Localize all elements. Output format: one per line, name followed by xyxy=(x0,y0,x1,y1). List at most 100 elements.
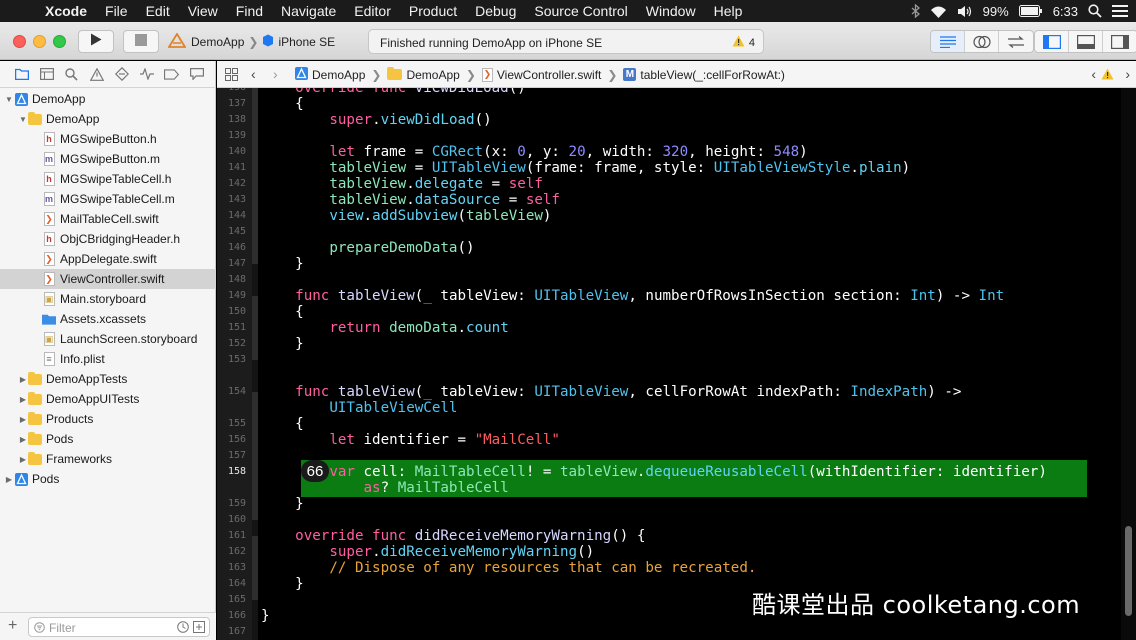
instruction-pointer-badge[interactable]: 66 xyxy=(301,460,329,482)
bluetooth-icon[interactable] xyxy=(911,4,920,18)
code-line[interactable]: tableView = UITableView(frame: frame, st… xyxy=(261,160,910,176)
line-number[interactable]: 154 xyxy=(228,386,246,397)
file-tree-row[interactable]: ❯ ViewController.swift xyxy=(0,269,216,289)
code-line[interactable]: as? MailTableCell xyxy=(261,480,509,496)
disclosure-triangle-icon[interactable]: ▶ xyxy=(18,455,28,464)
breadcrumb-project[interactable]: DemoApp xyxy=(312,68,365,82)
code-line[interactable]: var cell: MailTableCell! = tableView.deq… xyxy=(261,464,1047,480)
line-number[interactable]: 148 xyxy=(228,274,246,285)
warning-indicator[interactable]: 4 xyxy=(732,35,755,50)
file-tree-row[interactable]: h MGSwipeButton.h xyxy=(0,129,216,149)
file-tree-row[interactable]: ▣ LaunchScreen.storyboard xyxy=(0,329,216,349)
file-tree-row[interactable]: m MGSwipeButton.m xyxy=(0,149,216,169)
forward-arrow-icon[interactable]: › xyxy=(273,66,278,82)
code-line[interactable]: } xyxy=(261,576,304,592)
code-line[interactable]: // Dispose of any resources that can be … xyxy=(261,560,756,576)
recent-files-filter-icon[interactable] xyxy=(177,621,189,636)
debug-navigator-tab-icon[interactable] xyxy=(139,67,154,82)
line-number[interactable]: 149 xyxy=(228,290,246,301)
assistant-editor-button[interactable] xyxy=(965,31,999,52)
line-number[interactable]: 143 xyxy=(228,194,246,205)
line-number[interactable]: 163 xyxy=(228,562,246,573)
utilities-toggle-button[interactable] xyxy=(1103,31,1136,52)
code-line[interactable]: let identifier = "MailCell" xyxy=(261,432,560,448)
code-line[interactable]: { xyxy=(261,416,304,432)
line-number[interactable]: 159 xyxy=(228,498,246,509)
close-window-button[interactable] xyxy=(13,35,26,48)
line-number[interactable]: 153 xyxy=(228,354,246,365)
line-number[interactable]: 137 xyxy=(228,98,246,109)
disclosure-triangle-icon[interactable]: ▼ xyxy=(18,115,28,124)
menu-view[interactable]: View xyxy=(179,0,227,22)
file-tree-row[interactable]: ▶ DemoAppTests xyxy=(0,369,216,389)
chevron-right-icon[interactable]: › xyxy=(1125,66,1130,82)
find-navigator-tab-icon[interactable] xyxy=(64,67,79,82)
code-line[interactable]: tableView.dataSource = self xyxy=(261,192,560,208)
line-number[interactable]: 161 xyxy=(228,530,246,541)
code-line[interactable]: super.didReceiveMemoryWarning() xyxy=(261,544,594,560)
scheme-selector[interactable]: DemoApp ❯ iPhone SE xyxy=(167,30,336,53)
source-editor[interactable]: 136 137 138 139 140 141 142 143 144 145 146 147 148 1… xyxy=(217,88,1136,640)
file-tree-row[interactable]: m MGSwipeTableCell.m xyxy=(0,189,216,209)
project-navigator-tab-icon[interactable] xyxy=(14,67,29,82)
code-line[interactable]: { xyxy=(261,304,304,320)
menu-debug[interactable]: Debug xyxy=(466,0,525,22)
file-tree-row[interactable]: ▼ DemoApp xyxy=(0,89,216,109)
breadcrumb-file[interactable]: ViewController.swift xyxy=(497,68,601,82)
code-line[interactable]: view.addSubview(tableView) xyxy=(261,208,551,224)
line-number[interactable]: 146 xyxy=(228,242,246,253)
code-line[interactable]: } xyxy=(261,496,304,512)
code-line[interactable]: } xyxy=(261,256,304,272)
breadcrumb-symbol[interactable]: tableView(_:cellForRowAt:) xyxy=(640,68,785,82)
file-tree-row[interactable]: ▶ Frameworks xyxy=(0,449,216,469)
line-number[interactable]: 138 xyxy=(228,114,246,125)
line-number[interactable]: 151 xyxy=(228,322,246,333)
clock[interactable]: 6:33 xyxy=(1053,4,1078,19)
notification-center-icon[interactable] xyxy=(1112,5,1128,17)
back-arrow-icon[interactable]: ‹ xyxy=(251,66,256,82)
debug-area-toggle-button[interactable] xyxy=(1069,31,1103,52)
line-number[interactable]: 136 xyxy=(228,88,246,93)
file-tree-row[interactable]: ▼ DemoApp xyxy=(0,109,216,129)
disclosure-triangle-icon[interactable]: ▶ xyxy=(18,435,28,444)
chevron-left-icon[interactable]: ‹ xyxy=(1091,66,1096,82)
breakpoint-navigator-tab-icon[interactable] xyxy=(164,67,179,82)
scm-filter-icon[interactable] xyxy=(193,621,205,636)
disclosure-triangle-icon[interactable]: ▶ xyxy=(4,475,14,484)
code-line[interactable]: override func didReceiveMemoryWarning() … xyxy=(261,528,645,544)
fold-region[interactable] xyxy=(252,392,258,520)
menu-editor[interactable]: Editor xyxy=(345,0,400,22)
file-tree-row[interactable]: ▶ DemoAppUITests xyxy=(0,389,216,409)
menu-help[interactable]: Help xyxy=(705,0,752,22)
line-number[interactable]: 152 xyxy=(228,338,246,349)
menu-edit[interactable]: Edit xyxy=(137,0,179,22)
file-tree-row[interactable]: ▶ Products xyxy=(0,409,216,429)
fold-region[interactable] xyxy=(252,536,258,600)
version-editor-button[interactable] xyxy=(999,31,1033,52)
wifi-icon[interactable] xyxy=(930,5,947,18)
line-number[interactable]: 156 xyxy=(228,434,246,445)
disclosure-triangle-icon[interactable]: ▼ xyxy=(4,95,14,104)
volume-icon[interactable] xyxy=(957,5,973,18)
code-line[interactable]: prepareDemoData() xyxy=(261,240,474,256)
stop-button[interactable] xyxy=(123,30,159,53)
line-number[interactable]: 150 xyxy=(228,306,246,317)
code-line[interactable]: } xyxy=(261,608,270,624)
filter-field[interactable]: Filter xyxy=(28,617,210,637)
standard-editor-button[interactable] xyxy=(931,31,965,52)
run-button[interactable] xyxy=(78,30,114,53)
file-tree-row[interactable]: ▶ Pods xyxy=(0,469,216,489)
spotlight-icon[interactable] xyxy=(1088,4,1102,18)
line-number[interactable]: 157 xyxy=(228,450,246,461)
disclosure-triangle-icon[interactable]: ▶ xyxy=(18,415,28,424)
code-line[interactable]: return demoData.count xyxy=(261,320,508,336)
line-number[interactable]: 140 xyxy=(228,146,246,157)
code-line[interactable]: } xyxy=(261,336,304,352)
line-number[interactable]: 139 xyxy=(228,130,246,141)
menu-window[interactable]: Window xyxy=(637,0,705,22)
line-number[interactable]: 164 xyxy=(228,578,246,589)
menu-product[interactable]: Product xyxy=(400,0,466,22)
code-line[interactable]: func tableView(_ tableView: UITableView,… xyxy=(261,384,961,400)
related-items-icon[interactable] xyxy=(225,68,238,84)
code-line[interactable]: super.viewDidLoad() xyxy=(261,112,491,128)
